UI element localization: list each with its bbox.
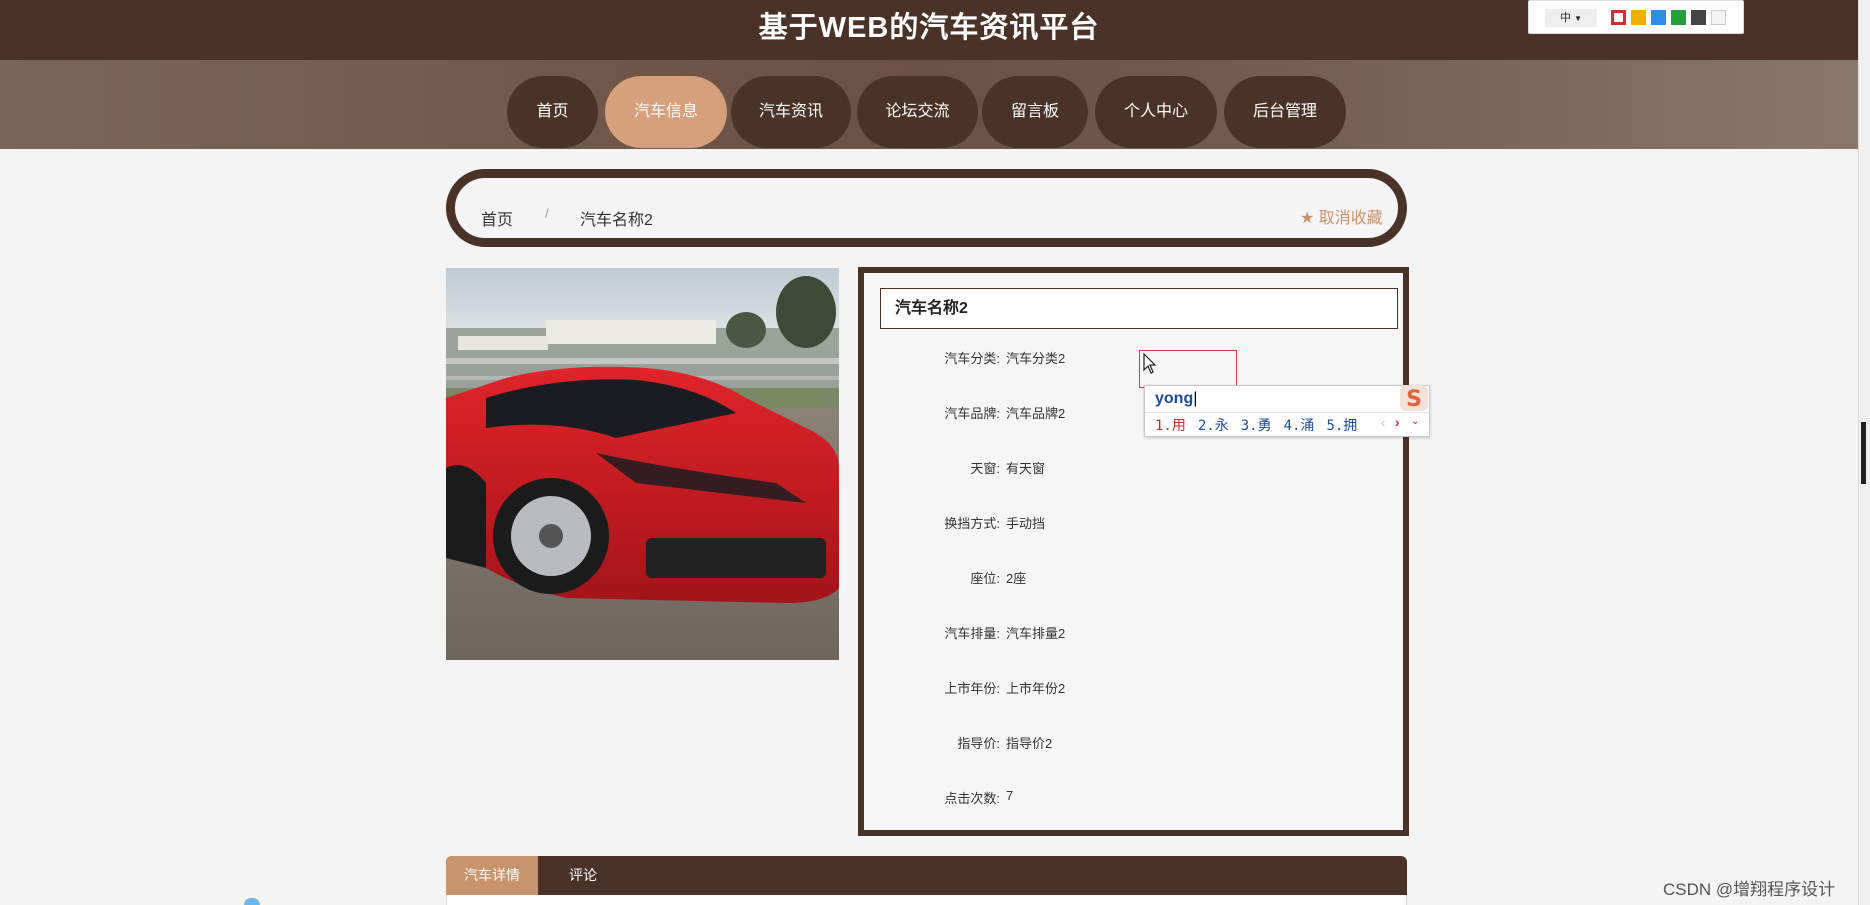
- chevron-right-icon[interactable]: ›: [1395, 414, 1400, 430]
- breadcrumb: 首页 / 汽车名称2 ★ 取消收藏: [446, 169, 1407, 247]
- field-label-seats: 座位:: [970, 571, 1000, 586]
- nav-item-car-info[interactable]: 汽车信息: [605, 76, 727, 148]
- chevron-down-icon: ▼: [1574, 14, 1582, 23]
- svg-text:S: S: [1406, 387, 1422, 412]
- theme-swatch-red[interactable]: [1611, 10, 1626, 25]
- theme-swatch-dark[interactable]: [1691, 10, 1706, 25]
- tab-car-details[interactable]: 汽车详情: [446, 856, 538, 895]
- ime-candidate-window: yong| S 1.用 2.永 3.勇 4.涌 5.拥 ‹ › ⌄: [1144, 385, 1431, 437]
- field-label-transmission: 换挡方式:: [944, 516, 1000, 531]
- ime-candidate[interactable]: 5.拥: [1326, 418, 1357, 434]
- theme-swatch-yellow[interactable]: [1631, 10, 1646, 25]
- nav-label: 个人中心: [1123, 103, 1188, 120]
- field-value-click-count: 7: [1006, 788, 1014, 803]
- field-label-brand: 汽车品牌:: [944, 406, 1000, 421]
- nav-item-message-board[interactable]: 留言板: [982, 76, 1088, 148]
- nav-label: 留言板: [1010, 103, 1059, 120]
- car-image: [446, 268, 839, 660]
- ime-divider: [1145, 412, 1431, 413]
- language-value: 中: [1560, 12, 1571, 24]
- field-label-release-year: 上市年份:: [944, 681, 1000, 696]
- field-label-sunroof: 天窗:: [970, 461, 1000, 476]
- nav-label: 论坛交流: [885, 103, 950, 120]
- field-value-release-year: 上市年份2: [1006, 681, 1066, 696]
- field-label-category: 汽车分类:: [944, 351, 1000, 366]
- ime-composition: yong|: [1155, 390, 1198, 407]
- tab-content-panel: [446, 895, 1407, 905]
- breadcrumb-separator: /: [545, 206, 549, 221]
- chevron-left-icon[interactable]: ‹: [1381, 415, 1385, 430]
- field-value-guide-price: 指导价2: [1006, 736, 1053, 751]
- nav-item-admin[interactable]: 后台管理: [1224, 76, 1346, 148]
- nav-item-user-center[interactable]: 个人中心: [1095, 76, 1217, 148]
- mouse-cursor-icon: [1143, 353, 1157, 374]
- tab-label: 汽车详情: [464, 867, 520, 883]
- breadcrumb-current: 汽车名称2: [580, 212, 653, 229]
- language-select[interactable]: 中 ▼: [1545, 9, 1597, 27]
- theme-swatch-white[interactable]: [1711, 10, 1726, 25]
- feedback-dot-icon[interactable]: [244, 898, 260, 905]
- nav-label: 后台管理: [1252, 103, 1317, 120]
- tab-comments[interactable]: 评论: [538, 856, 628, 895]
- nav-label: 汽车资讯: [758, 103, 823, 120]
- chevron-down-icon[interactable]: ⌄: [1411, 416, 1419, 427]
- tab-label: 评论: [569, 867, 597, 883]
- field-value-sunroof: 有天窗: [1006, 461, 1046, 476]
- theme-swatch-green[interactable]: [1671, 10, 1686, 25]
- ime-composition-text: yong: [1155, 390, 1194, 407]
- field-value-displacement: 汽车排量2: [1006, 626, 1066, 641]
- field-value-transmission: 手动挡: [1006, 516, 1046, 531]
- ime-candidates: 1.用 2.永 3.勇 4.涌 5.拥: [1155, 415, 1369, 435]
- field-label-click-count: 点击次数:: [944, 791, 1000, 806]
- ime-input-outline: [1139, 350, 1237, 388]
- sogou-logo-icon: S: [1400, 385, 1428, 412]
- car-detail-panel: 汽车名称2 汽车分类: 汽车分类2 汽车品牌: 汽车品牌2 天窗: 有天窗 换挡…: [858, 267, 1409, 836]
- breadcrumb-home-link[interactable]: 首页: [481, 206, 513, 230]
- unfavorite-label: 取消收藏: [1318, 210, 1383, 227]
- unfavorite-button[interactable]: ★ 取消收藏: [1300, 204, 1383, 228]
- star-icon: ★: [1300, 210, 1315, 227]
- theme-swatch-blue[interactable]: [1651, 10, 1666, 25]
- watermark: CSDN @增翔程序设计: [1663, 880, 1836, 899]
- scrollbar-thumb[interactable]: [1861, 422, 1866, 484]
- field-value-brand: 汽车品牌2: [1006, 406, 1066, 421]
- ime-candidate[interactable]: 2.永: [1198, 418, 1229, 434]
- field-value-seats: 2座: [1006, 571, 1027, 586]
- car-name-title: 汽车名称2: [880, 288, 1398, 329]
- nav-label: 首页: [536, 103, 569, 120]
- detail-tabs: 汽车详情 评论: [446, 856, 1407, 895]
- ime-candidate[interactable]: 3.勇: [1241, 418, 1272, 434]
- nav-item-car-news[interactable]: 汽车资讯: [731, 76, 851, 148]
- nav-item-forum[interactable]: 论坛交流: [857, 76, 978, 148]
- page-scrollbar[interactable]: [1858, 0, 1870, 905]
- field-label-displacement: 汽车排量:: [944, 626, 1000, 641]
- field-value-category: 汽车分类2: [1006, 351, 1066, 366]
- theme-panel: 中 ▼: [1528, 0, 1744, 34]
- ime-candidate[interactable]: 4.涌: [1284, 418, 1315, 434]
- ime-candidate[interactable]: 1.用: [1155, 418, 1186, 434]
- field-label-guide-price: 指导价:: [957, 736, 1000, 751]
- nav-item-home[interactable]: 首页: [507, 76, 598, 148]
- nav-label: 汽车信息: [633, 103, 698, 120]
